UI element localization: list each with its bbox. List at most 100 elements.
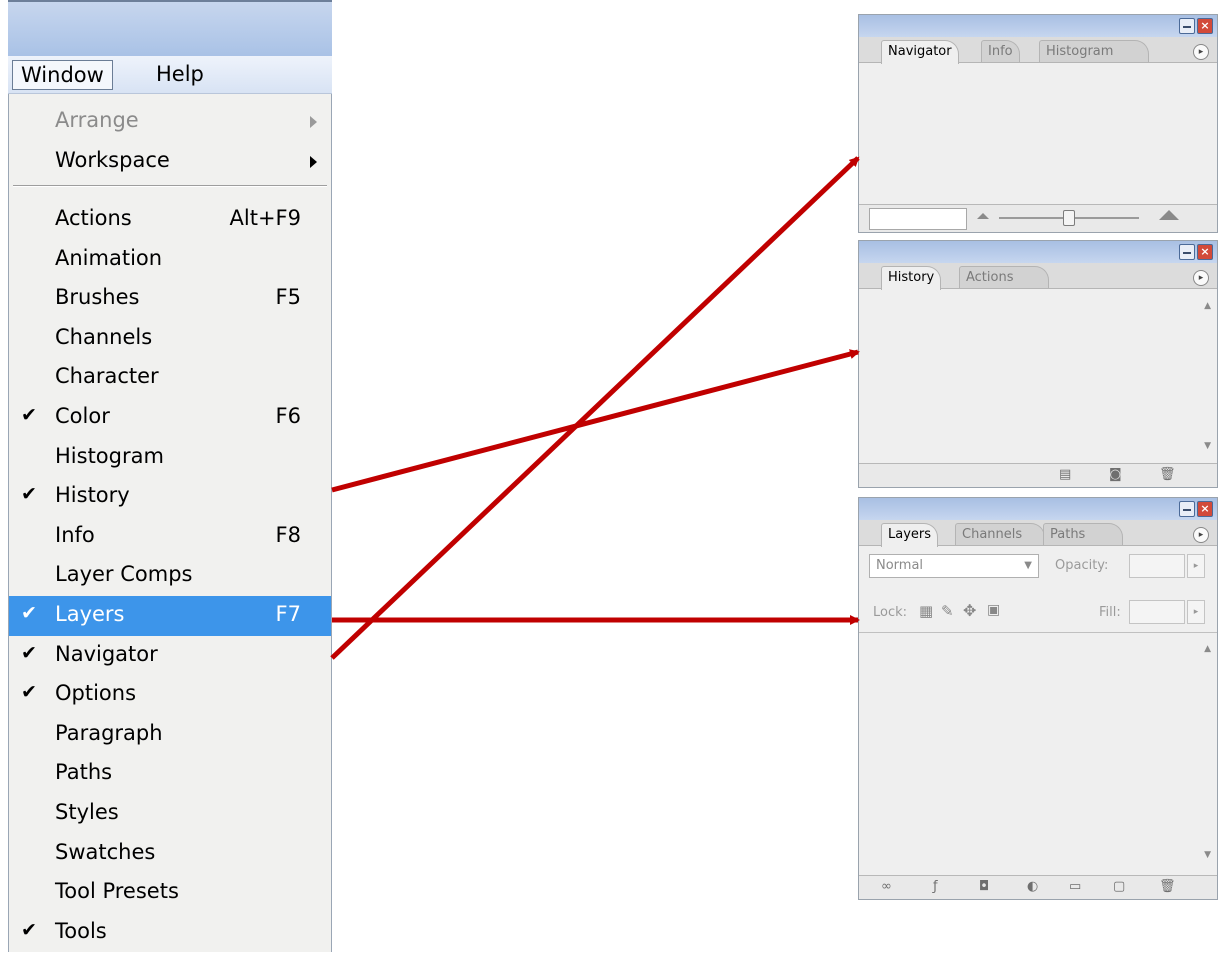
menubar: Window Help (8, 56, 332, 94)
minimize-icon[interactable] (1179, 18, 1195, 34)
fill-arrow-icon[interactable]: ▸ (1187, 600, 1205, 624)
close-icon[interactable]: × (1197, 18, 1213, 34)
tab-info[interactable]: Info (981, 40, 1020, 62)
menu-item-layer-comps[interactable]: Layer Comps (9, 556, 331, 596)
menu-item-workspace[interactable]: Workspace (9, 142, 331, 182)
new-group-icon[interactable]: ▭ (1069, 879, 1081, 895)
menu-item-swatches[interactable]: Swatches (9, 834, 331, 874)
lock-position-icon[interactable]: ✥ (963, 601, 976, 620)
palette-menu-icon[interactable]: ▸ (1193, 44, 1209, 60)
navigator-palette: × Navigator Info Histogram ▸ (858, 14, 1218, 233)
zoom-slider-thumb[interactable] (1063, 210, 1075, 226)
tab-navigator[interactable]: Navigator (881, 40, 959, 64)
tab-histogram[interactable]: Histogram (1039, 40, 1149, 62)
menu-item-label: Tool Presets (55, 879, 179, 904)
layers-palette: × Layers Channels Paths ▸ Normal ▼ Opaci… (858, 497, 1218, 900)
tab-layers[interactable]: Layers (881, 523, 939, 547)
menu-item-label: Layer Comps (55, 562, 193, 587)
menu-item-tools[interactable]: ✔ Tools (9, 913, 331, 953)
tab-history[interactable]: History (881, 266, 942, 290)
menu-item-label: Brushes (55, 285, 140, 310)
zoom-in-icon[interactable] (1159, 210, 1179, 220)
menu-item-tool-presets[interactable]: Tool Presets (9, 873, 331, 913)
lock-image-icon[interactable]: ✎ (941, 602, 954, 620)
menu-item-paragraph[interactable]: Paragraph (9, 715, 331, 755)
close-icon[interactable]: × (1197, 244, 1213, 260)
scroll-up-icon[interactable]: ▲ (1204, 301, 1211, 311)
menu-item-histogram[interactable]: Histogram (9, 438, 331, 478)
menu-item-styles[interactable]: Styles (9, 794, 331, 834)
tab-actions[interactable]: Actions (959, 266, 1049, 288)
menu-item-color[interactable]: ✔ Color F6 (9, 398, 331, 438)
new-document-icon[interactable]: ▤ (1059, 467, 1071, 483)
palette-titlebar[interactable]: × (859, 498, 1217, 520)
checkmark-icon: ✔ (21, 918, 37, 941)
menu-item-layers[interactable]: ✔ Layers F7 (9, 596, 331, 636)
adjustment-layer-icon[interactable]: ◐ (1027, 879, 1038, 895)
menu-item-label: Options (55, 681, 137, 706)
navigator-zoom-bar (859, 204, 1217, 232)
layer-mask-icon[interactable]: ◘ (979, 879, 989, 895)
menu-item-paths[interactable]: Paths (9, 754, 331, 794)
palette-menu-icon[interactable]: ▸ (1193, 527, 1209, 543)
lock-transparency-icon[interactable]: ▦ (919, 602, 933, 620)
menu-item-brushes[interactable]: Brushes F5 (9, 279, 331, 319)
menu-item-label: Paths (55, 760, 113, 785)
scroll-down-icon[interactable]: ▼ (1204, 441, 1211, 451)
menu-item-actions[interactable]: Actions Alt+F9 (9, 200, 331, 240)
palette-tab-strip: History Actions (859, 263, 1217, 290)
lock-all-icon[interactable]: ▣ (987, 602, 1000, 618)
help-menu[interactable]: Help (148, 60, 212, 90)
checkmark-icon: ✔ (21, 681, 37, 704)
scroll-down-icon[interactable]: ▼ (1204, 850, 1211, 860)
menu-item-label: Layers (55, 602, 125, 626)
submenu-arrow-icon (310, 156, 317, 168)
menu-item-navigator[interactable]: ✔ Navigator (9, 636, 331, 676)
zoom-input[interactable] (869, 208, 967, 230)
opacity-input[interactable] (1129, 554, 1185, 578)
chevron-down-icon: ▼ (1024, 560, 1032, 571)
palette-tab-strip: Navigator Info Histogram (859, 37, 1217, 64)
trash-icon[interactable]: 🗑 (1159, 879, 1176, 895)
menu-item-info[interactable]: Info F8 (9, 517, 331, 557)
window-menu-dropdown: Arrange Workspace Actions Alt+F9 Animation Br… (8, 94, 332, 952)
blend-mode-select[interactable]: Normal ▼ (869, 554, 1039, 578)
palette-titlebar[interactable]: × (859, 15, 1217, 37)
link-layers-icon[interactable]: ∞ (881, 879, 892, 895)
layer-style-icon[interactable]: ƒ (933, 879, 938, 895)
menu-item-history[interactable]: ✔ History (9, 477, 331, 517)
zoom-out-icon[interactable] (977, 213, 989, 219)
opacity-arrow-icon[interactable]: ▸ (1187, 554, 1205, 578)
layers-list[interactable] (859, 632, 1217, 876)
new-snapshot-icon[interactable]: ◙ (1109, 467, 1122, 483)
opacity-label: Opacity: (1055, 558, 1109, 573)
palette-titlebar[interactable]: × (859, 241, 1217, 263)
menu-item-options[interactable]: ✔ Options (9, 675, 331, 715)
close-icon[interactable]: × (1197, 501, 1213, 517)
menu-item-shortcut: F8 (275, 522, 301, 547)
menu-item-shortcut: F7 (275, 602, 301, 626)
menu-item-label: Styles (55, 800, 119, 824)
minimize-icon[interactable] (1179, 501, 1195, 517)
trash-icon[interactable]: 🗑 (1159, 467, 1176, 483)
palette-menu-icon[interactable]: ▸ (1193, 270, 1209, 286)
tab-paths[interactable]: Paths (1043, 523, 1123, 545)
menu-item-label: Swatches (55, 839, 156, 864)
menu-item-label: Workspace (55, 148, 170, 172)
scroll-up-icon[interactable]: ▲ (1204, 644, 1211, 654)
minimize-icon[interactable] (1179, 244, 1195, 260)
new-layer-icon[interactable]: ▢ (1113, 879, 1125, 895)
menu-item-channels[interactable]: Channels (9, 319, 331, 359)
menu-item-animation[interactable]: Animation (9, 240, 331, 280)
menu-item-label: Channels (55, 324, 153, 349)
menu-item-label: Tools (55, 918, 107, 943)
history-palette: × History Actions ▸ ▲ ▼ ▤ ◙ 🗑 (858, 240, 1218, 488)
fill-input[interactable] (1129, 600, 1185, 624)
menu-separator (13, 185, 327, 187)
arrow-history-to-history-palette (331, 349, 860, 493)
tab-channels[interactable]: Channels (955, 523, 1045, 545)
menubar-background-strip (8, 0, 332, 56)
menu-item-shortcut: F5 (275, 285, 301, 310)
menu-item-character[interactable]: Character (9, 358, 331, 398)
window-menu[interactable]: Window (12, 60, 113, 90)
